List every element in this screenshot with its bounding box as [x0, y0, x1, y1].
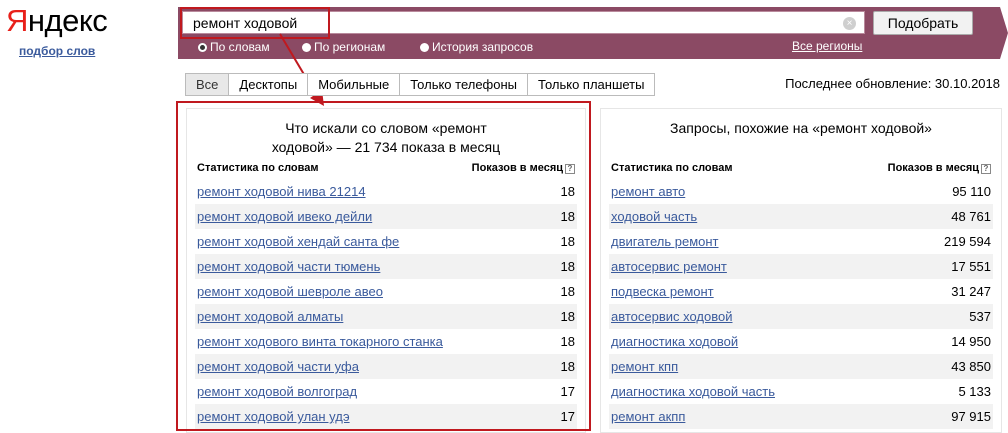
device-tabs: Все Десктопы Мобильные Только телефоны Т…	[185, 73, 656, 96]
table-row: ходовой часть 48 761	[609, 204, 993, 229]
impressions-count: 219 594	[944, 234, 991, 249]
impressions-count: 17 551	[951, 259, 991, 274]
impressions-count: 43 850	[951, 359, 991, 374]
tab-desktops[interactable]: Десктопы	[229, 73, 309, 96]
impressions-count: 14 950	[951, 334, 991, 349]
clear-icon[interactable]: ×	[843, 17, 856, 30]
keyword-link[interactable]: диагностика ходовой часть	[611, 379, 775, 404]
tab-tablets-only[interactable]: Только планшеты	[528, 73, 656, 96]
impressions-count: 95 110	[952, 184, 991, 199]
keyword-link[interactable]: ремонт авто	[611, 179, 685, 204]
left-panel-highlight-frame	[176, 101, 591, 431]
keyword-link[interactable]: ремонт кпп	[611, 354, 678, 379]
logo-rest: ндекс	[27, 3, 108, 38]
radio-history[interactable]: История запросов	[420, 40, 533, 54]
table-row: автосервис ремонт 17 551	[609, 254, 993, 279]
radio-label: История запросов	[432, 40, 534, 54]
table-row: ремонт авто 95 110	[609, 179, 993, 204]
similar-queries-panel: Запросы, похожие на «ремонт ходовой» Ста…	[600, 108, 1002, 433]
impressions-count: 5 133	[958, 384, 991, 399]
radio-label: По словам	[210, 40, 270, 54]
column-header-count: Показов в месяц?	[888, 162, 991, 174]
all-regions-link[interactable]: Все регионы	[792, 39, 862, 53]
keyword-link[interactable]: диагностика ходовой	[611, 329, 738, 354]
impressions-count: 537	[969, 309, 991, 324]
table-row: ремонт кпп 43 850	[609, 354, 993, 379]
keyword-link[interactable]: ходовой часть	[611, 204, 697, 229]
table-row: диагностика ходовой 14 950	[609, 329, 993, 354]
keyword-table: ремонт авто 95 110 ходовой часть 48 761 двиг…	[609, 179, 993, 429]
keyword-link[interactable]: автосервис ходовой	[611, 304, 733, 329]
help-icon[interactable]: ?	[981, 164, 991, 174]
logo-first-letter: Я	[6, 3, 28, 38]
impressions-count: 48 761	[951, 209, 991, 224]
keyword-link[interactable]: ремонт акпп	[611, 404, 685, 429]
keyword-link[interactable]: подвеска ремонт	[611, 279, 714, 304]
last-update-text: Последнее обновление: 30.10.2018	[785, 76, 1000, 91]
impressions-count: 97 915	[951, 409, 991, 424]
panel-title: Запросы, похожие на «ремонт ходовой»	[670, 120, 932, 136]
radio-by-words[interactable]: По словам	[198, 40, 270, 54]
tab-phones-only[interactable]: Только телефоны	[400, 73, 529, 96]
bar-arrow-tail	[1000, 7, 1008, 59]
column-header-label: Показов в месяц	[887, 162, 979, 174]
annotation-arrow-icon	[279, 33, 324, 106]
tab-mobile[interactable]: Мобильные	[308, 73, 401, 96]
table-row: ремонт акпп 97 915	[609, 404, 993, 429]
keyword-link[interactable]: автосервис ремонт	[611, 254, 727, 279]
column-header-keyword: Статистика по словам	[611, 162, 733, 174]
radio-icon	[420, 43, 429, 52]
table-row: автосервис ходовой 537	[609, 304, 993, 329]
table-row: диагностика ходовой часть 5 133	[609, 379, 993, 404]
table-row: двигатель ремонт 219 594	[609, 229, 993, 254]
wordstat-link[interactable]: подбор слов	[19, 44, 95, 58]
keyword-link[interactable]: двигатель ремонт	[611, 229, 719, 254]
table-row: подвеска ремонт 31 247	[609, 279, 993, 304]
tab-all[interactable]: Все	[185, 73, 230, 96]
search-button[interactable]: Подобрать	[873, 11, 973, 35]
impressions-count: 31 247	[951, 284, 991, 299]
yandex-logo[interactable]: Яндекс	[6, 3, 108, 43]
radio-selected-icon	[198, 43, 207, 52]
